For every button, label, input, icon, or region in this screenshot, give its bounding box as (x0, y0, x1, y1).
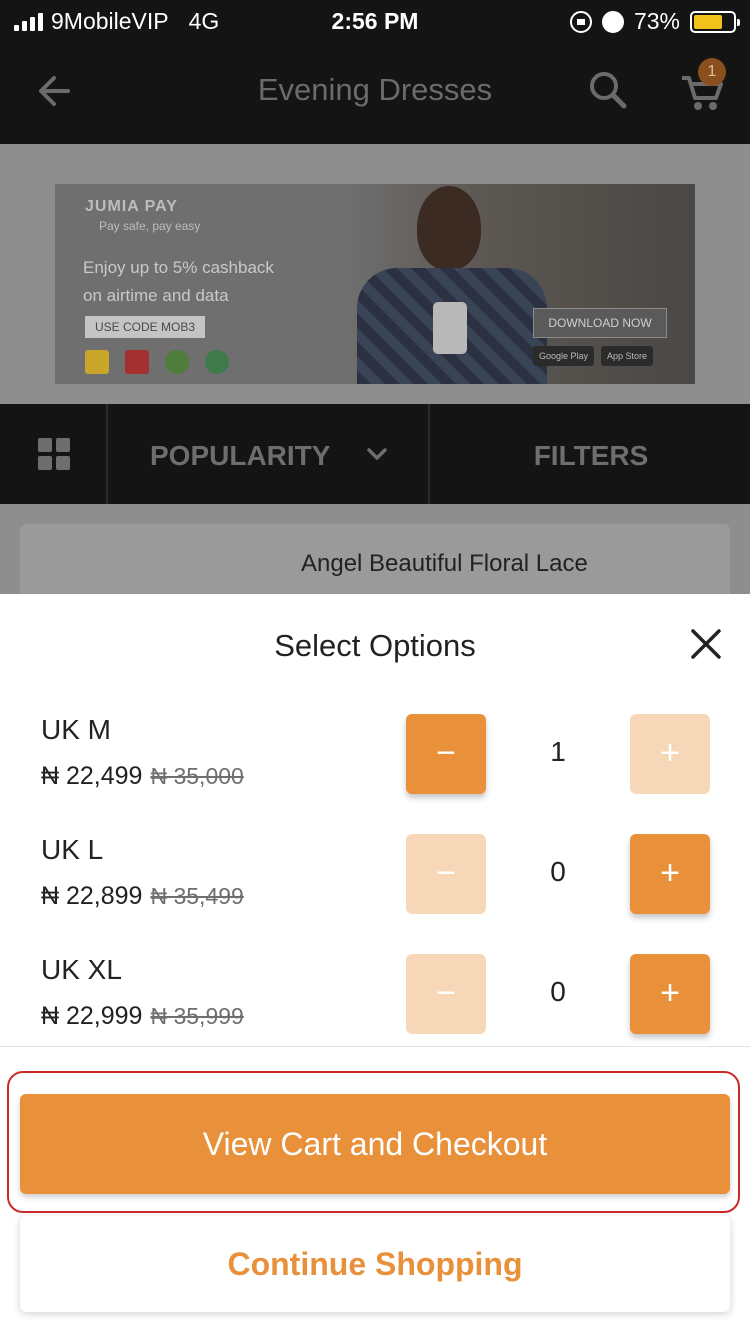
network-type: 4G (188, 8, 220, 34)
current-price: ₦ 22,999 (41, 1002, 143, 1030)
current-price: ₦ 22,899 (41, 882, 143, 910)
status-bar: 9MobileVIP 4G 2:56 PM 73% (0, 0, 750, 40)
back-button[interactable] (28, 68, 82, 114)
filters-label: FILTERS (533, 440, 649, 471)
status-left: 9MobileVIP 4G (14, 8, 219, 35)
promo-line-1: Enjoy up to 5% cashback (83, 258, 274, 277)
continue-shopping-button[interactable]: Continue Shopping (20, 1216, 730, 1312)
airtel-logo-icon (125, 350, 149, 374)
option-row-uk-xl: UK XL ₦ 22,999 ₦ 35,999 − 0 + (0, 954, 750, 1074)
promo-code-badge: USE CODE MOB3 (85, 316, 206, 338)
divider (0, 1046, 750, 1047)
quantity-value: 0 (550, 856, 566, 887)
close-button[interactable] (684, 622, 728, 666)
old-price: ₦ 35,000 (150, 763, 244, 789)
phone-icon (433, 302, 467, 354)
quantity-value: 1 (550, 736, 566, 767)
google-play-badge[interactable]: Google Play (533, 346, 595, 366)
9mobile-logo-icon (205, 350, 229, 374)
carrier-name: 9MobileVIP (51, 8, 169, 34)
decrease-quantity-button[interactable]: − (406, 954, 486, 1034)
sort-popularity-button[interactable]: POPULARITY (110, 404, 430, 504)
increase-quantity-button[interactable]: + (630, 954, 710, 1034)
filters-button[interactable]: FILTERS (432, 404, 750, 504)
banner-promo: Enjoy up to 5% cashback on airtime and d… (83, 254, 333, 310)
view-cart-checkout-button[interactable]: View Cart and Checkout (20, 1094, 730, 1194)
grid-view-button[interactable] (0, 404, 108, 504)
download-now-button[interactable]: DOWNLOAD NOW (533, 308, 667, 338)
app-store-badge[interactable]: App Store (601, 346, 654, 366)
increase-quantity-button[interactable]: + (630, 834, 710, 914)
page-title: Evening Dresses (257, 72, 493, 107)
alarm-icon (601, 10, 624, 33)
person-head (417, 186, 481, 270)
decrease-quantity-button[interactable]: − (406, 714, 486, 794)
option-row-uk-m: UK M ₦ 22,499 ₦ 35,000 − 1 + (0, 714, 750, 834)
mtn-logo-icon (85, 350, 109, 374)
size-label: UK XL (41, 954, 122, 985)
promo-line-2: on airtime and data (83, 286, 229, 305)
banner-area: JUMIA PAY Pay safe, pay easy Enjoy up to… (0, 144, 750, 404)
signal-icon (14, 12, 43, 31)
telco-logos (85, 350, 229, 374)
increase-quantity-button[interactable]: + (630, 714, 710, 794)
battery-level (694, 14, 722, 29)
banner-tagline: Pay safe, pay easy (99, 219, 201, 233)
search-icon (590, 72, 627, 109)
back-arrow-icon (39, 76, 70, 106)
app-bar: Evening Dresses 1 (0, 40, 750, 144)
old-price: ₦ 35,499 (150, 883, 244, 909)
price-line: ₦ 22,999 ₦ 35,999 (41, 1002, 244, 1031)
price-line: ₦ 22,899 ₦ 35,499 (41, 882, 244, 911)
decrease-quantity-button[interactable]: − (406, 834, 486, 914)
sort-label: POPULARITY (150, 440, 331, 471)
price-line: ₦ 22,499 ₦ 35,000 (41, 762, 244, 791)
orientation-lock-icon (569, 10, 592, 33)
chevron-down-icon (367, 448, 387, 460)
promo-banner[interactable]: JUMIA PAY Pay safe, pay easy Enjoy up to… (55, 184, 695, 384)
product-card[interactable]: Angel Beautiful Floral Lace (20, 524, 730, 604)
cart-count-badge: 1 (698, 58, 726, 86)
old-price: ₦ 35,999 (150, 1003, 244, 1029)
search-button[interactable] (586, 68, 630, 112)
battery-icon (690, 10, 740, 33)
glo-logo-icon (165, 350, 189, 374)
status-right: 73% (569, 8, 740, 35)
size-label: UK L (41, 834, 104, 865)
current-price: ₦ 22,499 (41, 762, 143, 790)
product-title: Angel Beautiful Floral Lace (301, 550, 588, 577)
size-label: UK M (41, 714, 111, 745)
option-row-uk-l: UK L ₦ 22,899 ₦ 35,499 − 0 + (0, 834, 750, 954)
banner-brand: JUMIA PAY (85, 198, 178, 215)
product-list: Angel Beautiful Floral Lace (0, 504, 750, 604)
select-options-sheet: Select Options UK M ₦ 22,499 ₦ 35,000 − 1… (0, 594, 750, 1334)
sheet-title: Select Options (274, 628, 476, 663)
battery-percent: 73% (633, 8, 680, 34)
sort-filter-bar: POPULARITY FILTERS (0, 404, 750, 504)
grid-view-icon (38, 438, 70, 470)
quantity-value: 0 (550, 976, 566, 1007)
close-icon (691, 629, 721, 659)
